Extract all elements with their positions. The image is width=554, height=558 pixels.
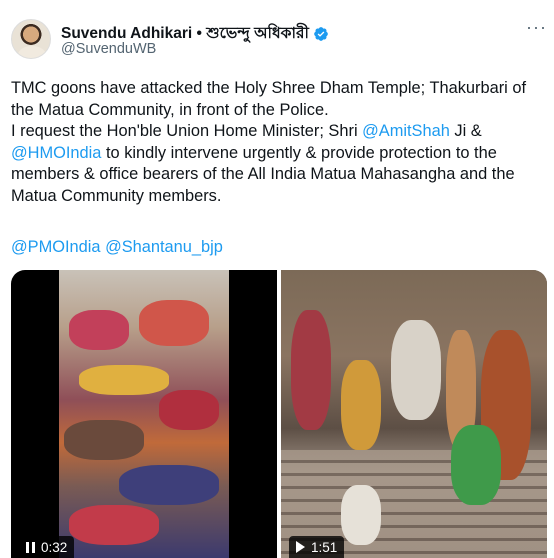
video-duration-badge-2[interactable]: 1:51 [289,536,345,558]
video-duration-2: 1:51 [311,539,338,555]
video-duration-1: 0:32 [41,539,68,555]
tweet-line: TMC goons have attacked the Holy Shree D… [11,79,527,97]
mention-link-hmoindia[interactable]: @HMOIndia [11,144,101,162]
tweet-text-segment: I request the Hon'ble Union Home Ministe… [11,122,363,140]
video-frame-2 [281,270,547,558]
author-handle[interactable]: @SuvenduWB [61,41,156,57]
tweet-header: Suvendu Adhikari • শুভেন্দু অধিকারী @Suv… [0,0,554,72]
media-grid: 0:32 1:51 [11,270,547,558]
tweet-text: TMC goons have attacked the Holy Shree D… [11,78,547,207]
tweet-line: members & office bearers of the All Indi… [11,165,515,183]
video-frame-1 [59,270,229,558]
play-icon[interactable] [296,541,305,553]
mention-link-amitshah[interactable]: @AmitShah [362,122,450,140]
tweet-text-segment: to kindly intervene urgently & provide p… [101,143,497,162]
video-thumbnail-1[interactable] [11,270,277,558]
author-avatar[interactable] [11,19,51,59]
video-thumbnail-2[interactable] [281,270,547,558]
tweet-line: I request the Hon'ble Union Home Ministe… [11,121,547,143]
mention-links[interactable]: @PMOIndia @Shantanu_bjp [11,238,223,257]
video-duration-badge-1[interactable]: 0:32 [19,536,75,558]
more-options-icon[interactable]: ··· [526,18,547,36]
verified-badge-icon [314,27,328,41]
tweet-line: @HMOIndia to kindly intervene urgently &… [11,143,547,165]
tweet-line: Matua Community members. [11,186,222,205]
tweet-line: the Matua Community, in front of the Pol… [11,100,329,119]
pause-icon[interactable] [26,541,35,553]
tweet-text-segment: Ji & [449,122,482,140]
